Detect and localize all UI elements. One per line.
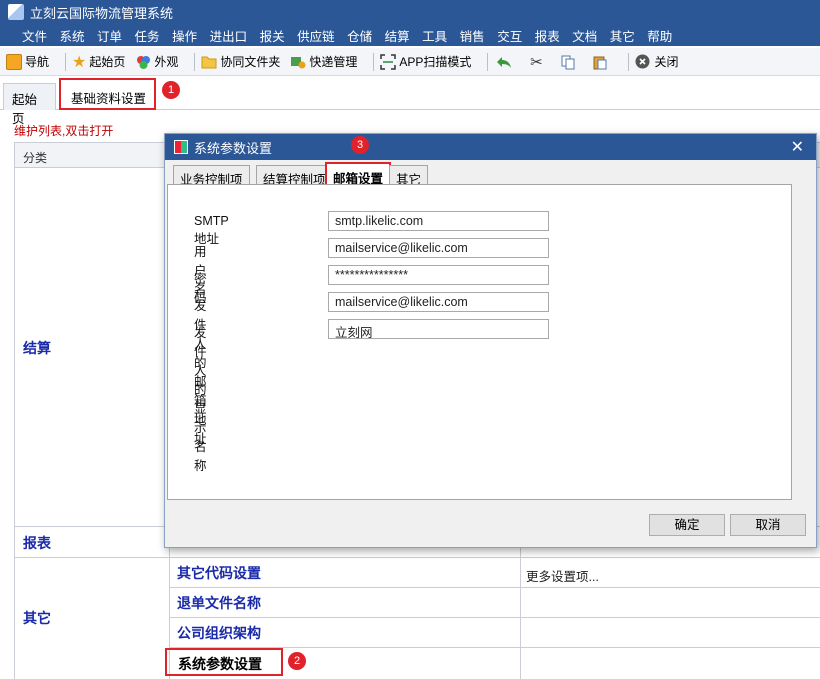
item-return-file-name[interactable]: 退单文件名称 (177, 593, 261, 613)
menu-other[interactable]: 其它 (610, 26, 635, 45)
tab-business-control[interactable]: 业务控制项 (173, 165, 250, 187)
copy-button[interactable] (558, 52, 578, 72)
menu-tools[interactable]: 工具 (422, 26, 447, 45)
navigation-icon (6, 53, 22, 70)
menu-system[interactable]: 系统 (60, 26, 85, 45)
grid-divider (520, 527, 521, 679)
close-circle-icon (635, 54, 650, 69)
dialog-app-icon (174, 140, 188, 154)
shared-folder-label: 协同文件夹 (220, 55, 281, 69)
menu-task[interactable]: 任务 (135, 26, 160, 45)
item-other-code-settings[interactable]: 其它代码设置 (177, 563, 261, 583)
courier-icon (290, 54, 306, 70)
toolbar-divider (628, 52, 630, 71)
item-system-parameters[interactable]: 系统参数设置 (165, 648, 283, 676)
category-other[interactable]: 其它 (23, 608, 51, 628)
tab-home[interactable]: 起始页 (3, 83, 56, 126)
dialog-close-icon[interactable]: ✕ (791, 137, 804, 157)
more-settings-note: 更多设置项... (526, 570, 599, 584)
appearance-button[interactable]: 外观 (135, 53, 178, 70)
grid-divider (169, 617, 820, 618)
item-company-org-structure[interactable]: 公司组织架构 (177, 623, 261, 643)
step-badge-2: 2 (288, 652, 306, 670)
app-scan-button[interactable]: APP扫描模式 (380, 53, 471, 70)
menu-operation[interactable]: 操作 (172, 26, 197, 45)
dialog-title: 系统参数设置 (194, 140, 273, 156)
document-tabs: 起始页 基础资料设置 1 (0, 78, 820, 126)
close-button[interactable]: 关闭 (635, 53, 678, 70)
mail-settings-panel: SMTP地址 smtp.likelic.com 用户名 mailservice@… (167, 184, 792, 500)
step-badge-3: 3 (351, 136, 369, 154)
sender-name-label: 发件人的显示名称 (194, 326, 207, 473)
close-label: 关闭 (654, 55, 679, 69)
tab-settlement-control[interactable]: 结算控制项 (256, 165, 333, 187)
ok-button[interactable]: 确定 (649, 514, 725, 536)
column-header-category: 分类 (23, 151, 48, 165)
menu-import-export[interactable]: 进出口 (210, 26, 248, 45)
copy-icon (560, 54, 576, 70)
folder-icon (201, 55, 217, 69)
dialog-titlebar: 系统参数设置 ✕ (165, 134, 816, 160)
palette-icon (135, 54, 151, 70)
nav-label: 导航 (25, 55, 50, 69)
system-parameters-dialog: 系统参数设置 ✕ 业务控制项 结算控制项 邮箱设置 其它 3 SMTP地址 sm… (164, 133, 817, 548)
list-hint: 维护列表,双击打开 (14, 124, 114, 138)
toolbar: 导航 ★ 起始页 外观 协同文件夹 快递管理 APP扫描模式 ✂ 关闭 (0, 48, 820, 76)
menu-customs[interactable]: 报关 (260, 26, 285, 45)
menu-settlement[interactable]: 结算 (385, 26, 410, 45)
grid-divider (169, 587, 820, 588)
category-report[interactable]: 报表 (23, 533, 51, 553)
paste-button[interactable] (590, 52, 610, 72)
express-button[interactable]: 快递管理 (290, 53, 357, 70)
app-scan-label: APP扫描模式 (399, 55, 472, 69)
toolbar-divider (65, 52, 67, 71)
tab-mail-settings[interactable]: 邮箱设置 (325, 162, 392, 186)
menu-warehouse[interactable]: 仓储 (347, 26, 372, 45)
toolbar-divider (373, 52, 375, 71)
menu-documents[interactable]: 文档 (572, 26, 597, 45)
paste-icon (592, 54, 608, 70)
undo-icon (495, 54, 513, 70)
cut-button[interactable]: ✂ (526, 52, 546, 72)
star-icon: ★ (72, 53, 87, 71)
smtp-field[interactable]: smtp.likelic.com (328, 211, 549, 231)
menu-sales[interactable]: 销售 (460, 26, 485, 45)
scissors-icon: ✂ (530, 53, 543, 71)
grid-divider (15, 557, 820, 558)
nav-button[interactable]: 导航 (6, 53, 49, 70)
scan-icon (380, 53, 397, 70)
menu-reports[interactable]: 报表 (535, 26, 560, 45)
menu-interaction[interactable]: 交互 (497, 26, 522, 45)
app-title: 立刻云国际物流管理系统 (30, 5, 174, 21)
category-settlement[interactable]: 结算 (23, 338, 51, 358)
menu-order[interactable]: 订单 (97, 26, 122, 45)
sender-email-field[interactable]: mailservice@likelic.com (328, 292, 549, 312)
sender-name-field[interactable]: 立刻网 (328, 319, 549, 340)
undo-button[interactable] (494, 52, 514, 72)
cancel-button[interactable]: 取消 (730, 514, 806, 536)
app-titlebar: 立刻云国际物流管理系统 (0, 0, 820, 24)
tab-basic-settings-label: 基础资料设置 (71, 92, 147, 106)
shared-folder-button[interactable]: 协同文件夹 (201, 53, 280, 70)
dialog-tabs: 业务控制项 结算控制项 邮箱设置 其它 (165, 162, 816, 187)
password-field[interactable]: *************** (328, 265, 549, 285)
express-label: 快递管理 (309, 55, 358, 69)
toolbar-divider (194, 52, 196, 71)
menu-supply-chain[interactable]: 供应链 (297, 26, 335, 45)
tab-basic-settings[interactable]: 基础资料设置 (59, 78, 156, 110)
menu-help[interactable]: 帮助 (647, 26, 672, 45)
username-field[interactable]: mailservice@likelic.com (328, 238, 549, 258)
home-button[interactable]: ★ 起始页 (72, 52, 125, 72)
menu-bar: 文件 系统 订单 任务 操作 进出口 报关 供应链 仓储 结算 工具 销售 交互… (0, 24, 820, 46)
tab-other[interactable]: 其它 (389, 165, 429, 187)
app-logo-icon (8, 4, 24, 20)
step-badge-1: 1 (162, 81, 180, 99)
menu-file[interactable]: 文件 (22, 26, 47, 45)
appearance-label: 外观 (154, 55, 179, 69)
home-label: 起始页 (89, 55, 126, 69)
toolbar-divider (487, 52, 489, 71)
